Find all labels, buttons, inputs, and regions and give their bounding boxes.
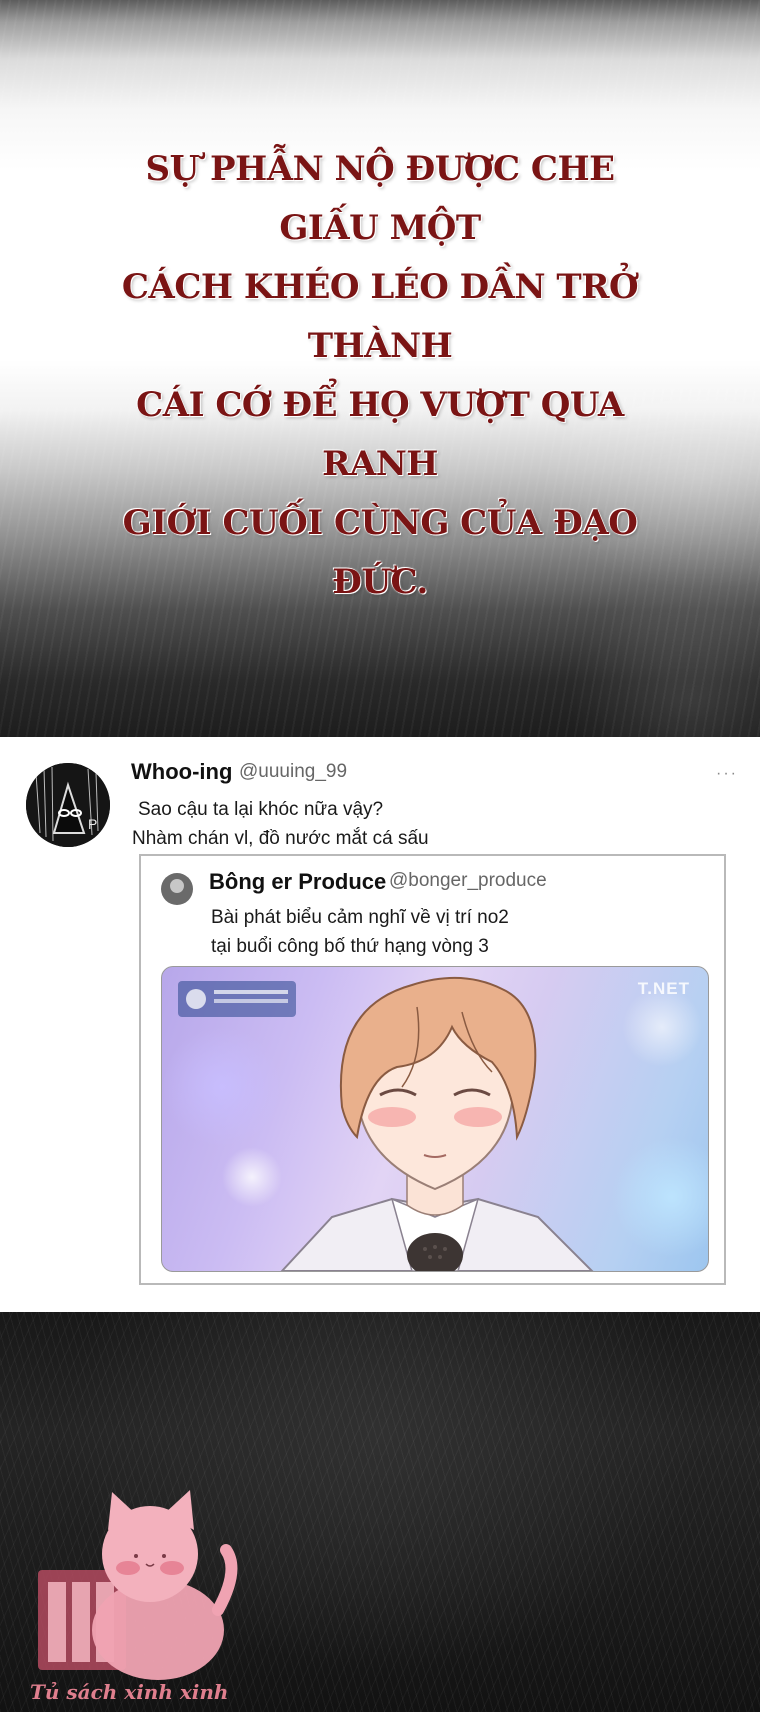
quoted-text-line: Bài phát biểu cảm nghĩ về vị trí no2 — [211, 907, 509, 928]
avatar-icon: P — [26, 763, 110, 847]
quoted-author-name[interactable]: Bông er Produce — [209, 869, 386, 895]
narration-line: CÁCH KHÉO LÉO DẦN TRỞ THÀNH — [121, 267, 639, 366]
quoted-tweet[interactable]: Bông er Produce @bonger_produce Bài phát… — [139, 854, 726, 1285]
broadcast-caption — [178, 981, 296, 1017]
tweet-text-line: Nhàm chán vl, đồ nước mắt cá sấu — [132, 828, 429, 849]
tweet-card: P Whoo-ing @uuuing_99 ··· Sao cậu ta lại… — [0, 737, 760, 1312]
narration-line: CÁI CỚ ĐỂ HỌ VƯỢT QUA RANH — [136, 385, 624, 484]
cat-bookshelf-logo — [30, 1490, 240, 1705]
svg-text:P: P — [88, 816, 97, 832]
narration-line: SỰ PHẪN NỘ ĐƯỢC CHE GIẤU MỘT — [145, 149, 615, 248]
more-dots-icon[interactable]: ··· — [716, 765, 738, 783]
author-handle[interactable]: @uuuing_99 — [239, 761, 347, 783]
narration-box: SỰ PHẪN NỘ ĐƯỢC CHE GIẤU MỘT CÁCH KHÉO L… — [100, 140, 660, 612]
tweet-text: Sao cậu ta lại khóc nữa vậy? Nhàm chán v… — [132, 795, 429, 853]
quoted-text-line: tại buổi công bố thứ hạng vòng 3 — [211, 936, 489, 957]
avatar[interactable]: P — [26, 763, 110, 847]
author-name[interactable]: Whoo-ing — [131, 759, 232, 785]
quoted-text: Bài phát biểu cảm nghĩ về vị trí no2 tại… — [211, 903, 509, 961]
watermark-text: Tủ sách xinh xinh — [30, 1680, 229, 1704]
cat-logo-icon — [38, 1490, 238, 1680]
tweet-text-line: Sao cậu ta lại khóc nữa vậy? — [138, 799, 384, 820]
broadcast-logo: T.NET — [637, 979, 690, 998]
quoted-media-image[interactable]: T.NET — [161, 966, 709, 1272]
fog-panel: SỰ PHẪN NỘ ĐƯỢC CHE GIẤU MỘT CÁCH KHÉO L… — [0, 0, 760, 737]
narration-line: GIỚI CUỐI CÙNG CỦA ĐẠO ĐỨC. — [122, 503, 638, 602]
quoted-avatar[interactable] — [161, 873, 193, 905]
quoted-author-handle[interactable]: @bonger_produce — [389, 870, 547, 892]
